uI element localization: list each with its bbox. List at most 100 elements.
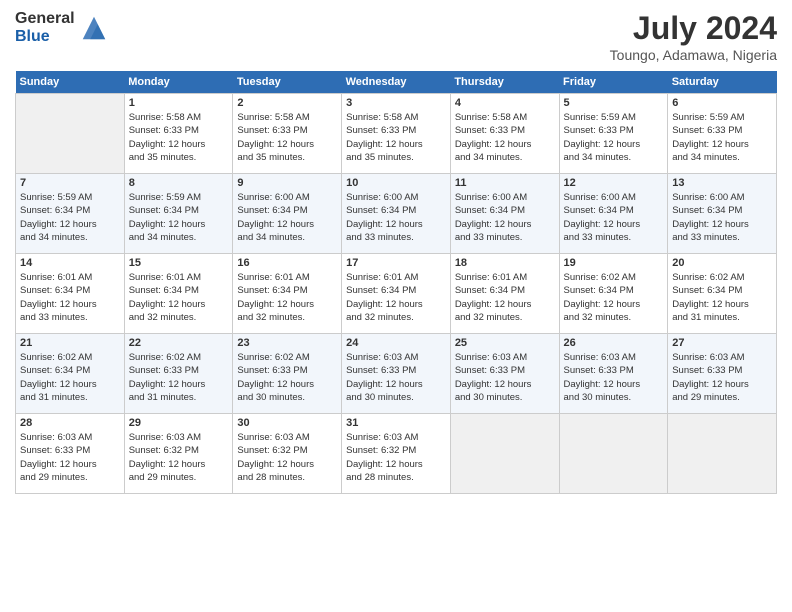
day-header-thursday: Thursday [450,71,559,94]
day-info: Sunrise: 5:58 AM Sunset: 6:33 PM Dayligh… [237,112,314,163]
day-number: 21 [20,337,120,349]
day-info: Sunrise: 6:02 AM Sunset: 6:34 PM Dayligh… [20,352,97,403]
calendar-cell: 29 Sunrise: 6:03 AM Sunset: 6:32 PM Dayli… [124,414,233,494]
day-number: 20 [672,257,772,269]
calendar-cell: 5 Sunrise: 5:59 AM Sunset: 6:33 PM Daylig… [559,94,668,174]
day-info: Sunrise: 6:01 AM Sunset: 6:34 PM Dayligh… [129,272,206,323]
calendar-week-row: 21 Sunrise: 6:02 AM Sunset: 6:34 PM Dayli… [16,334,777,414]
day-header-friday: Friday [559,71,668,94]
calendar-cell [16,94,125,174]
day-info: Sunrise: 6:03 AM Sunset: 6:32 PM Dayligh… [129,432,206,483]
day-info: Sunrise: 6:02 AM Sunset: 6:33 PM Dayligh… [129,352,206,403]
calendar-table: SundayMondayTuesdayWednesdayThursdayFrid… [15,71,777,494]
calendar-cell: 10 Sunrise: 6:00 AM Sunset: 6:34 PM Dayli… [342,174,451,254]
calendar-cell: 12 Sunrise: 6:00 AM Sunset: 6:34 PM Dayli… [559,174,668,254]
day-number: 13 [672,177,772,189]
day-info: Sunrise: 6:03 AM Sunset: 6:32 PM Dayligh… [237,432,314,483]
calendar-cell: 20 Sunrise: 6:02 AM Sunset: 6:34 PM Dayli… [668,254,777,334]
calendar-cell [559,414,668,494]
day-number: 27 [672,337,772,349]
day-info: Sunrise: 6:02 AM Sunset: 6:34 PM Dayligh… [564,272,641,323]
day-info: Sunrise: 5:58 AM Sunset: 6:33 PM Dayligh… [129,112,206,163]
day-number: 2 [237,97,337,109]
calendar-week-row: 7 Sunrise: 5:59 AM Sunset: 6:34 PM Daylig… [16,174,777,254]
day-info: Sunrise: 6:03 AM Sunset: 6:33 PM Dayligh… [455,352,532,403]
title-section: July 2024 Toungo, Adamawa, Nigeria [610,10,777,63]
calendar-header-row: SundayMondayTuesdayWednesdayThursdayFrid… [16,71,777,94]
calendar-cell: 16 Sunrise: 6:01 AM Sunset: 6:34 PM Dayli… [233,254,342,334]
day-info: Sunrise: 5:59 AM Sunset: 6:34 PM Dayligh… [129,192,206,243]
calendar-cell: 30Sunrise: 6:03 AM Sunset: 6:32 PM Dayli… [233,414,342,494]
day-info: Sunrise: 6:03 AM Sunset: 6:32 PM Dayligh… [346,432,423,483]
day-info: Sunrise: 6:02 AM Sunset: 6:34 PM Dayligh… [672,272,749,323]
day-info: Sunrise: 6:03 AM Sunset: 6:33 PM Dayligh… [20,432,97,483]
day-number: 3 [346,97,446,109]
day-info: Sunrise: 6:03 AM Sunset: 6:33 PM Dayligh… [564,352,641,403]
day-info: Sunrise: 6:00 AM Sunset: 6:34 PM Dayligh… [564,192,641,243]
calendar-cell: 6Sunrise: 5:59 AM Sunset: 6:33 PM Daylig… [668,94,777,174]
calendar-cell: 8 Sunrise: 5:59 AM Sunset: 6:34 PM Daylig… [124,174,233,254]
day-info: Sunrise: 6:01 AM Sunset: 6:34 PM Dayligh… [20,272,97,323]
calendar-week-row: 28 Sunrise: 6:03 AM Sunset: 6:33 PM Dayli… [16,414,777,494]
calendar-cell: 27Sunrise: 6:03 AM Sunset: 6:33 PM Dayli… [668,334,777,414]
day-info: Sunrise: 5:59 AM Sunset: 6:33 PM Dayligh… [564,112,641,163]
day-number: 5 [564,97,664,109]
day-number: 12 [564,177,664,189]
day-number: 28 [20,417,120,429]
calendar-cell [668,414,777,494]
day-number: 1 [129,97,229,109]
day-number: 4 [455,97,555,109]
calendar-cell: 19 Sunrise: 6:02 AM Sunset: 6:34 PM Dayli… [559,254,668,334]
day-number: 18 [455,257,555,269]
day-header-wednesday: Wednesday [342,71,451,94]
logo-blue: Blue [15,28,75,46]
day-info: Sunrise: 6:03 AM Sunset: 6:33 PM Dayligh… [346,352,423,403]
day-info: Sunrise: 5:58 AM Sunset: 6:33 PM Dayligh… [346,112,423,163]
calendar-cell [450,414,559,494]
day-info: Sunrise: 6:01 AM Sunset: 6:34 PM Dayligh… [346,272,423,323]
calendar-cell: 11 Sunrise: 6:00 AM Sunset: 6:34 PM Dayli… [450,174,559,254]
day-info: Sunrise: 6:00 AM Sunset: 6:34 PM Dayligh… [237,192,314,243]
day-number: 19 [564,257,664,269]
day-header-tuesday: Tuesday [233,71,342,94]
calendar-cell: 23Sunrise: 6:02 AM Sunset: 6:33 PM Dayli… [233,334,342,414]
day-number: 17 [346,257,446,269]
logo: General Blue [15,10,109,45]
day-info: Sunrise: 6:00 AM Sunset: 6:34 PM Dayligh… [455,192,532,243]
day-info: Sunrise: 5:58 AM Sunset: 6:33 PM Dayligh… [455,112,532,163]
logo-text: General Blue [15,10,75,45]
day-number: 23 [237,337,337,349]
calendar-cell: 24Sunrise: 6:03 AM Sunset: 6:33 PM Dayli… [342,334,451,414]
day-number: 14 [20,257,120,269]
day-number: 16 [237,257,337,269]
day-number: 29 [129,417,229,429]
calendar-week-row: 14 Sunrise: 6:01 AM Sunset: 6:34 PM Dayli… [16,254,777,334]
day-number: 31 [346,417,446,429]
day-info: Sunrise: 6:01 AM Sunset: 6:34 PM Dayligh… [455,272,532,323]
day-header-monday: Monday [124,71,233,94]
location: Toungo, Adamawa, Nigeria [610,47,777,63]
logo-general: General [15,10,75,28]
day-number: 6 [672,97,772,109]
calendar-cell: 9 Sunrise: 6:00 AM Sunset: 6:34 PM Daylig… [233,174,342,254]
calendar-cell: 17 Sunrise: 6:01 AM Sunset: 6:34 PM Dayli… [342,254,451,334]
calendar-cell: 31 Sunrise: 6:03 AM Sunset: 6:32 PM Dayli… [342,414,451,494]
day-number: 7 [20,177,120,189]
day-number: 26 [564,337,664,349]
day-number: 8 [129,177,229,189]
day-header-saturday: Saturday [668,71,777,94]
day-number: 11 [455,177,555,189]
calendar-cell: 4 Sunrise: 5:58 AM Sunset: 6:33 PM Daylig… [450,94,559,174]
calendar-cell: 3 Sunrise: 5:58 AM Sunset: 6:33 PM Daylig… [342,94,451,174]
calendar-cell: 26 Sunrise: 6:03 AM Sunset: 6:33 PM Dayli… [559,334,668,414]
day-header-sunday: Sunday [16,71,125,94]
day-number: 10 [346,177,446,189]
calendar-cell: 18 Sunrise: 6:01 AM Sunset: 6:34 PM Dayli… [450,254,559,334]
day-number: 25 [455,337,555,349]
calendar-cell: 13Sunrise: 6:00 AM Sunset: 6:34 PM Dayli… [668,174,777,254]
calendar-week-row: 1 Sunrise: 5:58 AM Sunset: 6:33 PM Daylig… [16,94,777,174]
calendar-cell: 2 Sunrise: 5:58 AM Sunset: 6:33 PM Daylig… [233,94,342,174]
day-info: Sunrise: 6:01 AM Sunset: 6:34 PM Dayligh… [237,272,314,323]
day-info: Sunrise: 6:00 AM Sunset: 6:34 PM Dayligh… [346,192,423,243]
day-number: 9 [237,177,337,189]
